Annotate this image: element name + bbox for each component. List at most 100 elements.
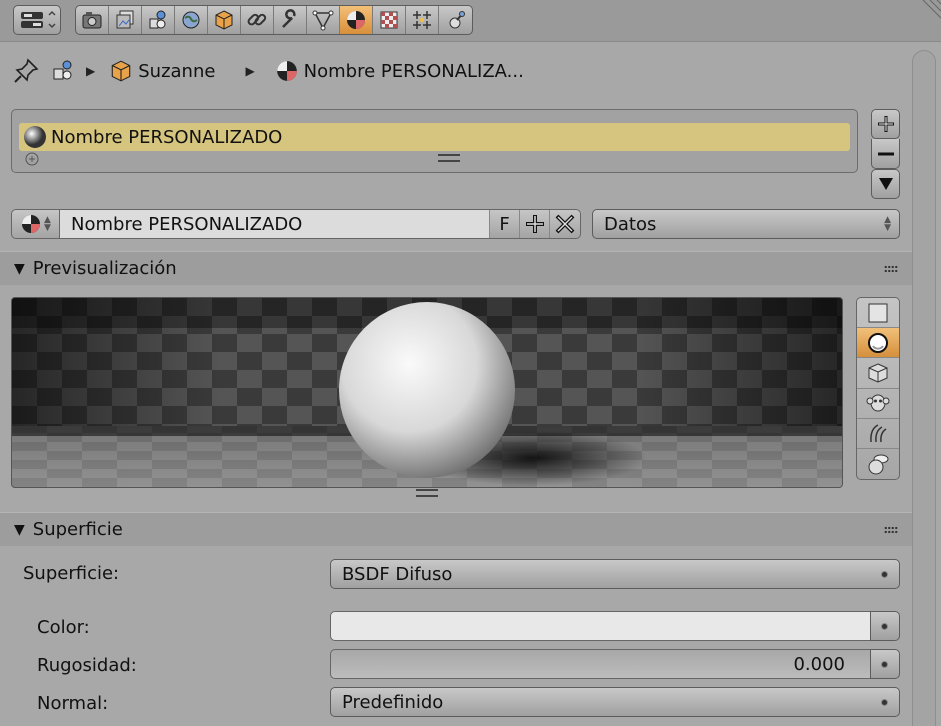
modifier-wrench-icon: [282, 9, 296, 28]
properties-editor-icon: [21, 10, 56, 29]
socket-dot-icon: [881, 661, 888, 668]
link-dropdown[interactable]: Datos ▲ ▼: [592, 209, 900, 239]
hair-icon: [870, 424, 887, 443]
cube-icon: [868, 363, 888, 383]
tab-constraints[interactable]: [241, 6, 274, 34]
tab-scene[interactable]: [142, 6, 175, 34]
minus-icon: [877, 152, 894, 155]
drag-handle-icon[interactable]: [884, 265, 898, 273]
roughness-slider[interactable]: 0.000: [330, 649, 871, 679]
texture-icon: [380, 11, 398, 29]
constraints-icon: [247, 13, 267, 26]
preview-hair-button[interactable]: [857, 419, 899, 449]
updown-arrows-icon: ▲ ▼: [44, 215, 51, 233]
scrollbar[interactable]: [912, 50, 936, 726]
sky-sphere-icon: [868, 454, 889, 475]
triangle-down-icon: [878, 178, 893, 190]
unlink-material-button[interactable]: [550, 210, 580, 238]
breadcrumb-material-name: Nombre PERSONALIZA...: [303, 60, 524, 82]
color-swatch[interactable]: [330, 611, 871, 641]
plus-icon: [877, 116, 894, 132]
resize-grip[interactable]: [438, 154, 460, 162]
pin-icon[interactable]: [12, 57, 40, 85]
tab-particles[interactable]: [406, 6, 439, 34]
preview-render-image: [12, 298, 842, 487]
render-camera-icon: [82, 12, 102, 29]
preview-shape-selector: [856, 297, 900, 480]
tab-world[interactable]: [175, 6, 208, 34]
roughness-value: 0.000: [793, 653, 845, 675]
scene-icon: [149, 10, 166, 29]
corner-grip-icon[interactable]: [918, 0, 941, 23]
object-icon: [215, 10, 233, 30]
surface-panel-header[interactable]: ▼ Superficie: [0, 512, 912, 546]
roughness-label: Rugosidad:: [37, 655, 137, 676]
surface-shader-dropdown[interactable]: BSDF Difuso: [330, 559, 900, 589]
tab-render-layers[interactable]: [109, 6, 142, 34]
roughness-socket-button[interactable]: [870, 649, 900, 679]
editor-type-button[interactable]: [13, 5, 61, 35]
color-socket-button[interactable]: [870, 611, 900, 641]
breadcrumb: ▶ Suzanne ▶ Nombre PERSONALIZA...: [12, 56, 524, 86]
tab-render[interactable]: [76, 6, 109, 34]
render-layers-icon: [116, 10, 134, 29]
preview-monkey-button[interactable]: [857, 389, 899, 419]
normal-dropdown[interactable]: Predefinido: [330, 687, 900, 717]
color-label: Color:: [37, 617, 90, 638]
browse-material-button[interactable]: ▲ ▼: [12, 210, 60, 238]
material-preview: [11, 297, 843, 488]
plane-icon: [868, 303, 888, 323]
sphere-icon: [868, 332, 888, 353]
surface-shader-value: BSDF Difuso: [342, 563, 453, 585]
remove-slot-button[interactable]: [871, 139, 900, 169]
tab-texture[interactable]: [373, 6, 406, 34]
material-icon: [276, 61, 297, 81]
material-slot-label: Nombre PERSONALIZADO: [51, 126, 283, 148]
tab-physics[interactable]: [439, 6, 472, 34]
add-small-icon[interactable]: [25, 152, 39, 166]
preview-world-sphere-button[interactable]: [857, 449, 899, 479]
normal-label: Normal:: [37, 693, 109, 714]
preview-sphere-button[interactable]: [857, 328, 899, 359]
socket-dot-icon: [881, 623, 888, 630]
preview-resize-grip[interactable]: [416, 489, 438, 497]
monkey-icon: [866, 394, 890, 412]
context-tabs: [75, 5, 473, 35]
preview-flat-button[interactable]: [857, 298, 899, 329]
preview-cube-button[interactable]: [857, 358, 899, 389]
world-icon: [182, 11, 200, 29]
tab-modifiers[interactable]: [274, 6, 307, 34]
particles-icon: [413, 11, 431, 29]
material-icon: [22, 215, 41, 233]
chevron-right-icon: ▶: [245, 64, 255, 78]
normal-value: Predefinido: [342, 691, 444, 713]
slot-specials-button[interactable]: [871, 169, 900, 199]
material-id-block: ▲ ▼ Nombre PERSONALIZADO F: [11, 209, 581, 239]
link-dropdown-value: Datos: [604, 213, 657, 235]
scene-icon: [53, 60, 72, 80]
close-icon: [555, 214, 575, 234]
tab-object[interactable]: [208, 6, 241, 34]
object-icon: [111, 60, 131, 82]
drag-handle-icon[interactable]: [884, 526, 898, 534]
material-name-field[interactable]: Nombre PERSONALIZADO: [60, 210, 490, 238]
new-material-button[interactable]: [520, 210, 550, 238]
surface-panel-title: Superficie: [32, 519, 123, 540]
material-slot-list: Nombre PERSONALIZADO: [11, 109, 858, 173]
material-slot-item[interactable]: Nombre PERSONALIZADO: [19, 123, 850, 151]
plus-icon: [525, 215, 544, 233]
collapse-triangle-icon: ▼: [14, 521, 25, 538]
surface-label: Superficie:: [23, 563, 120, 584]
tab-material[interactable]: [340, 6, 373, 34]
physics-icon: [449, 11, 465, 29]
socket-dot-icon: [881, 699, 888, 706]
tab-object-data[interactable]: [307, 6, 340, 34]
preview-panel-header[interactable]: ▼ Previsualización: [0, 251, 912, 285]
add-slot-button[interactable]: [871, 109, 900, 139]
object-data-icon: [312, 10, 334, 31]
breadcrumb-object-name: Suzanne: [138, 60, 216, 82]
collapse-triangle-icon: ▼: [14, 260, 25, 277]
socket-dot-icon: [881, 571, 888, 578]
fake-user-button[interactable]: F: [490, 210, 520, 238]
chevron-right-icon: ▶: [86, 64, 96, 78]
